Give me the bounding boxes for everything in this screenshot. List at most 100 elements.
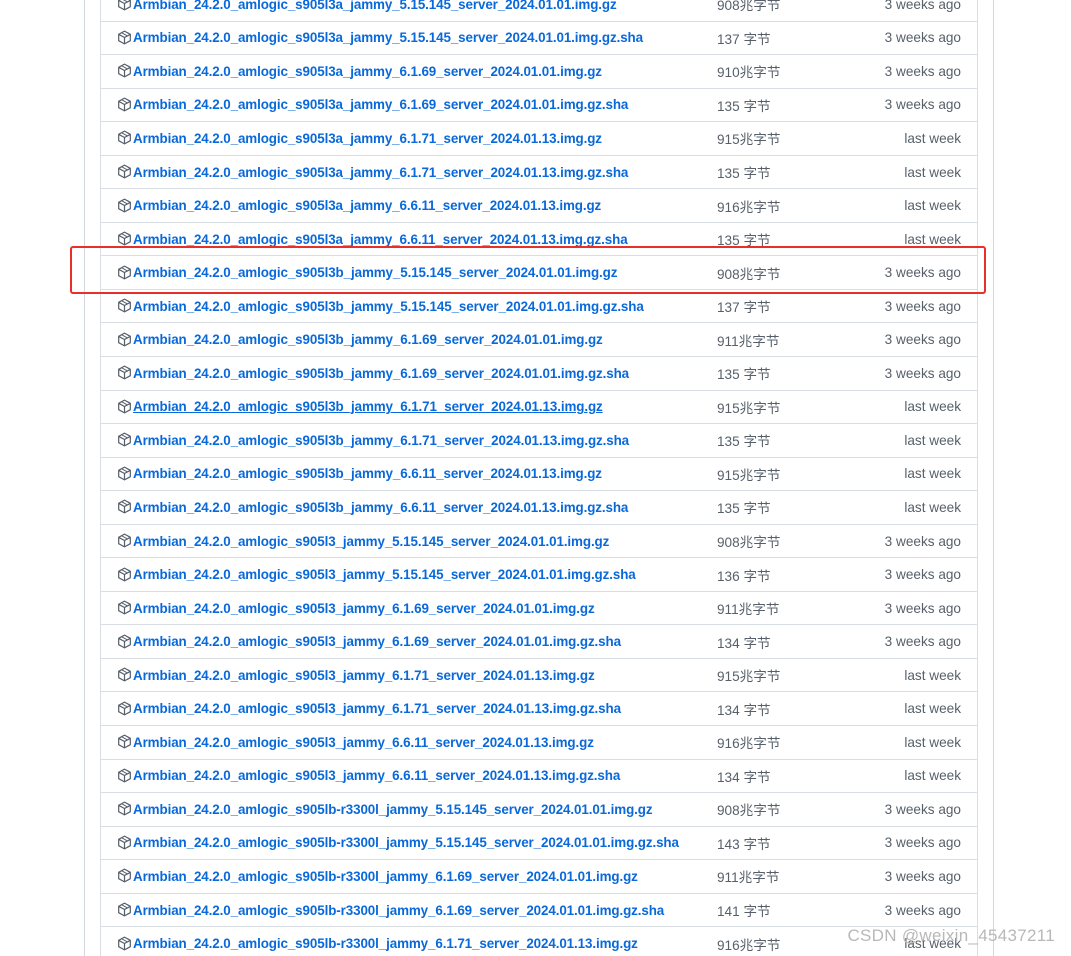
- asset-size: 908兆字节: [717, 803, 781, 819]
- asset-size: 135 字节: [717, 98, 771, 114]
- asset-download-link[interactable]: Armbian_24.2.0_amlogic_s905l3_jammy_6.6.…: [133, 768, 620, 783]
- asset-updated-time: 3 weeks ago: [884, 634, 961, 650]
- asset-download-link[interactable]: Armbian_24.2.0_amlogic_s905lb-r3300l_jam…: [133, 936, 638, 951]
- asset-download-link[interactable]: Armbian_24.2.0_amlogic_s905l3b_jammy_6.6…: [133, 500, 628, 515]
- package-icon: [118, 231, 131, 246]
- asset-size: 136 字节: [717, 568, 771, 584]
- asset-row-15: Armbian_24.2.0_amlogic_s905l3b_jammy_6.6…: [101, 491, 977, 525]
- asset-download-link[interactable]: Armbian_24.2.0_amlogic_s905l3_jammy_6.6.…: [133, 735, 594, 750]
- package-icon: [118, 533, 131, 548]
- asset-row-25: Armbian_24.2.0_amlogic_s905lb-r3300l_jam…: [101, 827, 977, 861]
- asset-row-6: Armbian_24.2.0_amlogic_s905l3a_jammy_6.6…: [101, 189, 977, 223]
- asset-download-link[interactable]: Armbian_24.2.0_amlogic_s905lb-r3300l_jam…: [133, 903, 664, 918]
- package-icon: [118, 734, 131, 749]
- asset-download-link[interactable]: Armbian_24.2.0_amlogic_s905lb-r3300l_jam…: [133, 802, 653, 817]
- asset-download-link[interactable]: Armbian_24.2.0_amlogic_s905l3a_jammy_6.1…: [133, 131, 602, 146]
- package-icon: [118, 298, 131, 313]
- asset-download-link[interactable]: Armbian_24.2.0_amlogic_s905l3b_jammy_6.1…: [133, 332, 603, 347]
- asset-row-20: Armbian_24.2.0_amlogic_s905l3_jammy_6.1.…: [101, 659, 977, 693]
- asset-updated-time: 3 weeks ago: [884, 265, 961, 281]
- asset-download-link[interactable]: Armbian_24.2.0_amlogic_s905l3_jammy_5.15…: [133, 534, 609, 549]
- asset-updated-time: last week: [904, 701, 961, 717]
- asset-download-link[interactable]: Armbian_24.2.0_amlogic_s905l3b_jammy_6.1…: [133, 399, 603, 414]
- asset-row-13: Armbian_24.2.0_amlogic_s905l3b_jammy_6.1…: [101, 424, 977, 458]
- asset-size: 908兆字节: [717, 266, 781, 282]
- asset-updated-time: last week: [904, 130, 961, 146]
- asset-updated-time: 3 weeks ago: [884, 332, 961, 348]
- asset-size: 915兆字节: [717, 132, 781, 148]
- asset-size: 134 字节: [717, 635, 771, 651]
- package-icon: [118, 0, 131, 11]
- asset-download-link[interactable]: Armbian_24.2.0_amlogic_s905l3_jammy_5.15…: [133, 567, 636, 582]
- asset-row-10: Armbian_24.2.0_amlogic_s905l3b_jammy_6.1…: [101, 323, 977, 358]
- package-icon: [118, 835, 131, 850]
- package-icon: [118, 902, 131, 917]
- package-icon: [118, 499, 131, 514]
- asset-download-link[interactable]: Armbian_24.2.0_amlogic_s905l3a_jammy_6.6…: [133, 232, 628, 247]
- asset-updated-time: last week: [904, 399, 961, 415]
- asset-row-4: Armbian_24.2.0_amlogic_s905l3a_jammy_6.1…: [101, 122, 977, 156]
- package-icon: [118, 936, 131, 951]
- asset-size: 143 字节: [717, 836, 771, 852]
- asset-updated-time: 3 weeks ago: [884, 97, 961, 113]
- package-icon: [118, 365, 131, 380]
- asset-size: 910兆字节: [717, 65, 781, 81]
- asset-updated-time: 3 weeks ago: [884, 902, 961, 918]
- asset-download-link[interactable]: Armbian_24.2.0_amlogic_s905lb-r3300l_jam…: [133, 869, 638, 884]
- asset-updated-time: last week: [904, 432, 961, 448]
- asset-download-link[interactable]: Armbian_24.2.0_amlogic_s905lb-r3300l_jam…: [133, 835, 679, 850]
- package-icon: [118, 567, 131, 582]
- asset-row-8: Armbian_24.2.0_amlogic_s905l3b_jammy_5.1…: [101, 256, 977, 290]
- asset-size: 135 字节: [717, 501, 771, 517]
- asset-updated-time: last week: [904, 466, 961, 482]
- asset-download-link[interactable]: Armbian_24.2.0_amlogic_s905l3_jammy_6.1.…: [133, 634, 621, 649]
- asset-download-link[interactable]: Armbian_24.2.0_amlogic_s905l3_jammy_6.1.…: [133, 701, 621, 716]
- asset-row-12: Armbian_24.2.0_amlogic_s905l3b_jammy_6.1…: [101, 391, 977, 425]
- asset-download-link[interactable]: Armbian_24.2.0_amlogic_s905l3a_jammy_6.6…: [133, 198, 601, 213]
- asset-download-link[interactable]: Armbian_24.2.0_amlogic_s905l3_jammy_6.1.…: [133, 601, 595, 616]
- package-icon: [118, 164, 131, 179]
- asset-download-link[interactable]: Armbian_24.2.0_amlogic_s905l3a_jammy_5.1…: [133, 30, 643, 45]
- asset-row-24: Armbian_24.2.0_amlogic_s905lb-r3300l_jam…: [101, 793, 977, 827]
- package-icon: [118, 466, 131, 481]
- package-icon: [118, 332, 131, 347]
- asset-updated-time: last week: [904, 734, 961, 750]
- asset-row-7: Armbian_24.2.0_amlogic_s905l3a_jammy_6.6…: [101, 223, 977, 257]
- asset-size: 911兆字节: [717, 333, 780, 349]
- asset-row-1: Armbian_24.2.0_amlogic_s905l3a_jammy_5.1…: [101, 22, 977, 56]
- asset-download-link[interactable]: Armbian_24.2.0_amlogic_s905l3_jammy_6.1.…: [133, 668, 595, 683]
- package-icon: [118, 801, 131, 816]
- asset-download-link[interactable]: Armbian_24.2.0_amlogic_s905l3b_jammy_6.1…: [133, 433, 629, 448]
- asset-updated-time: last week: [904, 768, 961, 784]
- asset-download-link[interactable]: Armbian_24.2.0_amlogic_s905l3b_jammy_6.1…: [133, 366, 629, 381]
- asset-size: 134 字节: [717, 702, 771, 718]
- asset-row-19: Armbian_24.2.0_amlogic_s905l3_jammy_6.1.…: [101, 625, 977, 659]
- asset-download-link[interactable]: Armbian_24.2.0_amlogic_s905l3a_jammy_5.1…: [133, 0, 617, 12]
- asset-updated-time: 3 weeks ago: [884, 30, 961, 46]
- asset-download-link[interactable]: Armbian_24.2.0_amlogic_s905l3a_jammy_6.1…: [133, 64, 602, 79]
- asset-download-link[interactable]: Armbian_24.2.0_amlogic_s905l3b_jammy_6.6…: [133, 466, 602, 481]
- package-icon: [118, 701, 131, 716]
- asset-updated-time: 3 weeks ago: [884, 600, 961, 616]
- asset-size: 141 字节: [717, 904, 771, 920]
- package-icon: [118, 869, 131, 883]
- asset-download-link[interactable]: Armbian_24.2.0_amlogic_s905l3a_jammy_6.1…: [133, 97, 628, 112]
- asset-download-link[interactable]: Armbian_24.2.0_amlogic_s905l3b_jammy_5.1…: [133, 299, 644, 314]
- watermark-text: CSDN @weixin_45437211: [847, 926, 1055, 945]
- package-icon: [118, 130, 131, 145]
- package-icon: [118, 432, 131, 447]
- asset-updated-time: 3 weeks ago: [884, 801, 961, 817]
- asset-download-link[interactable]: Armbian_24.2.0_amlogic_s905l3a_jammy_6.1…: [133, 165, 628, 180]
- asset-size: 134 字节: [717, 769, 771, 785]
- asset-size: 911兆字节: [717, 870, 780, 886]
- asset-download-link[interactable]: Armbian_24.2.0_amlogic_s905l3b_jammy_5.1…: [133, 265, 617, 280]
- package-icon: [118, 97, 131, 112]
- package-icon: [118, 198, 131, 213]
- asset-size: 137 字节: [717, 300, 771, 316]
- package-icon: [118, 634, 131, 649]
- asset-row-9: Armbian_24.2.0_amlogic_s905l3b_jammy_5.1…: [101, 290, 977, 324]
- package-icon: [118, 63, 131, 78]
- asset-updated-time: 3 weeks ago: [884, 835, 961, 851]
- asset-row-14: Armbian_24.2.0_amlogic_s905l3b_jammy_6.6…: [101, 458, 977, 492]
- asset-row-26: Armbian_24.2.0_amlogic_s905lb-r3300l_jam…: [101, 860, 977, 894]
